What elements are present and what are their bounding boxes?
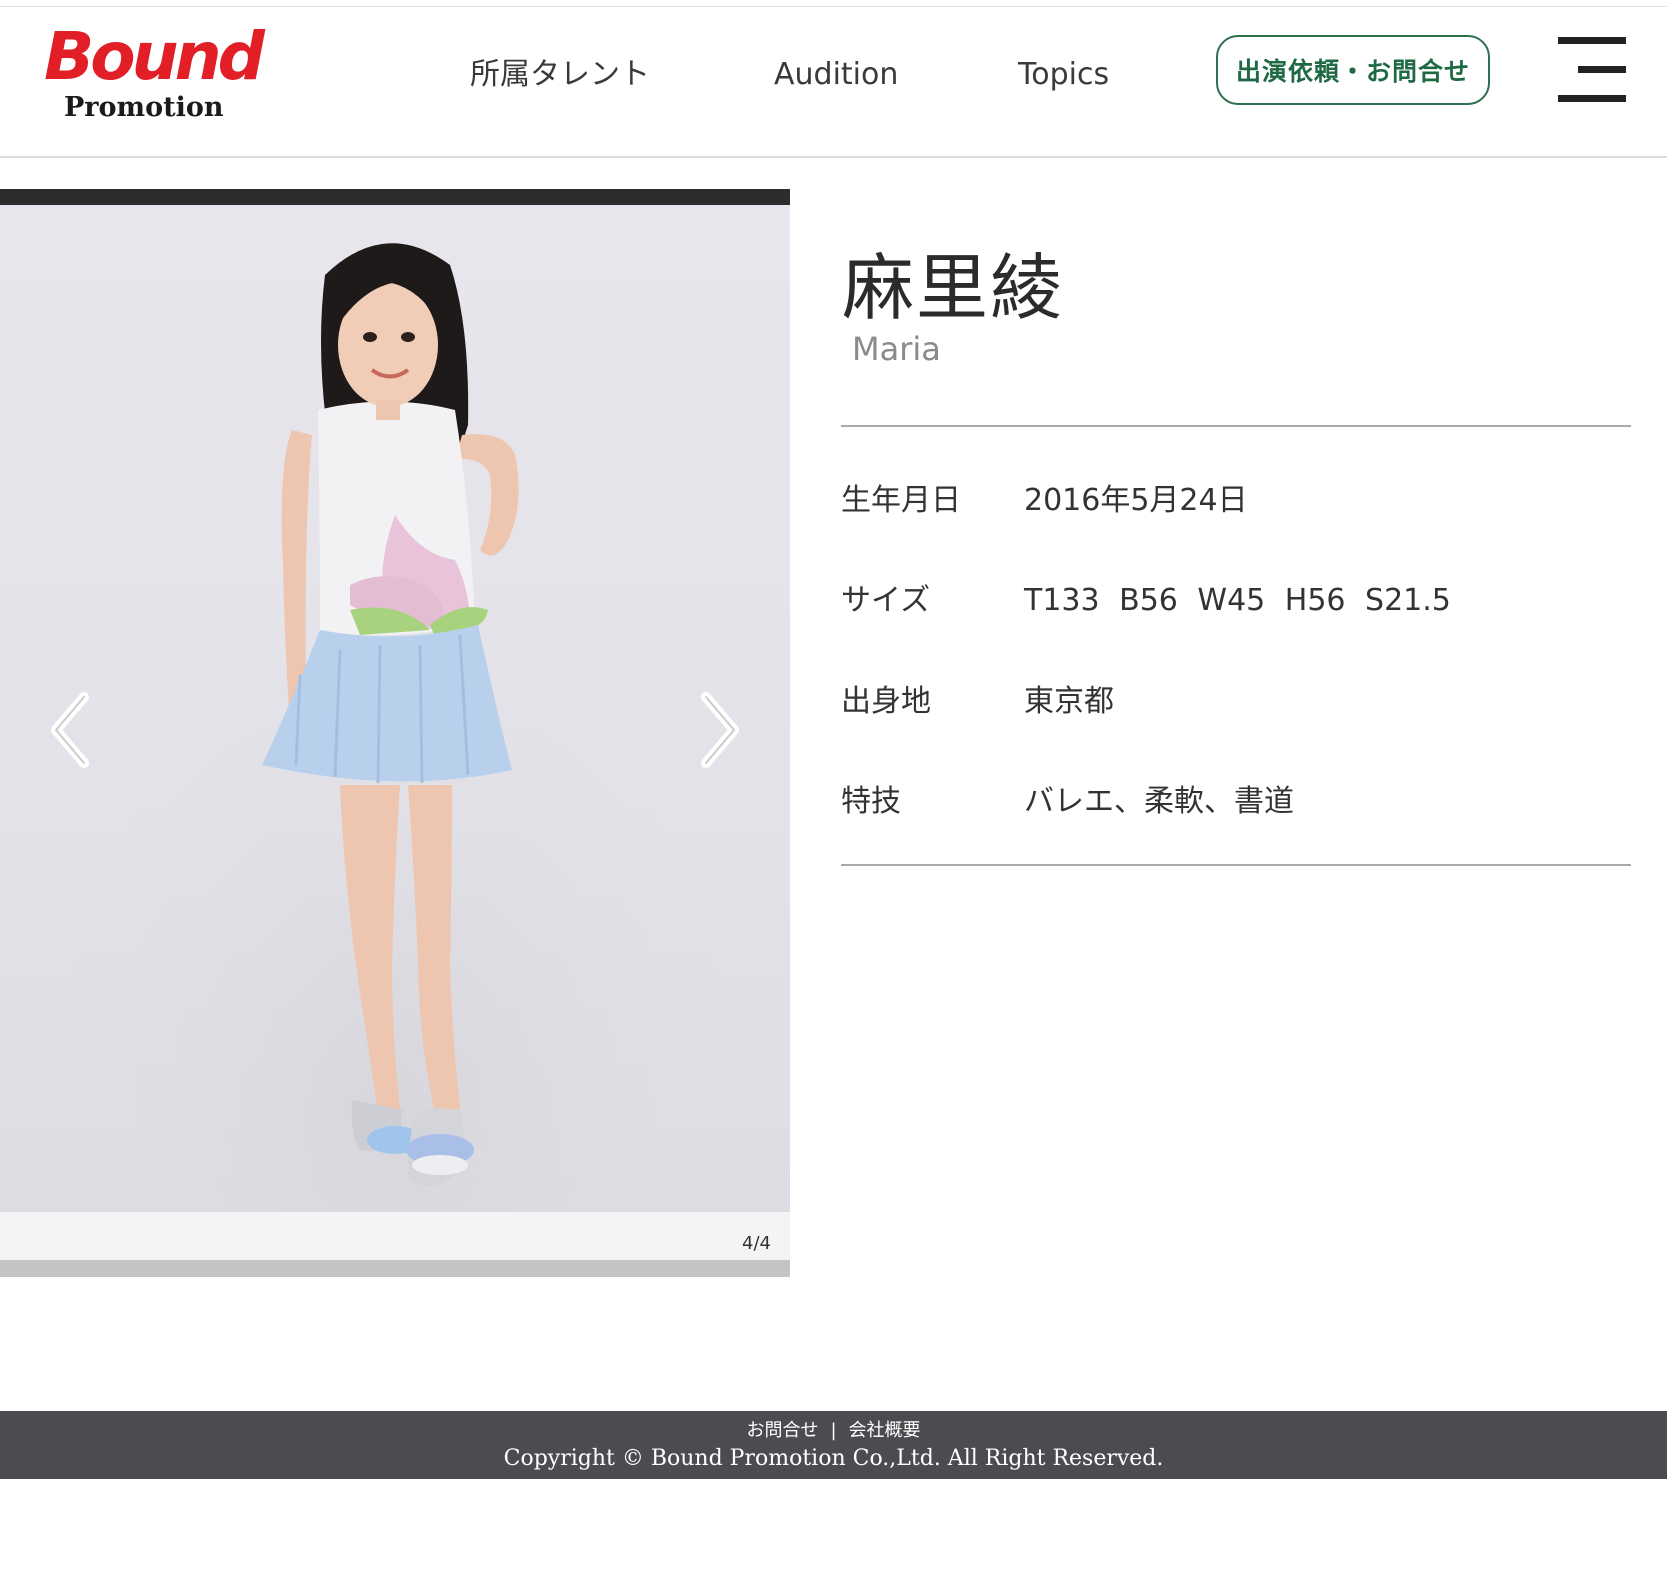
birthday-label: 生年月日 xyxy=(841,483,961,518)
profile-row-hometown: 出身地 東京都 xyxy=(841,682,1631,722)
divider xyxy=(841,425,1631,427)
footer-link-company[interactable]: 会社概要 xyxy=(849,1420,921,1441)
chevron-right-icon[interactable] xyxy=(690,685,750,775)
divider xyxy=(841,864,1631,866)
footer-separator: | xyxy=(830,1420,837,1441)
profile-row-skills: 特技 バレエ、柔軟、書道 xyxy=(841,782,1631,822)
logo-wordmark: Bound xyxy=(44,18,265,95)
gallery-top-bar xyxy=(0,189,790,205)
profile-row-size: サイズ T133 B56 W45 H56 S21.5 xyxy=(841,581,1631,621)
size-value: T133 B56 W45 H56 S21.5 xyxy=(1024,583,1451,618)
site-footer: お問合せ | 会社概要 Copyright © Bound Promotion Co… xyxy=(0,1411,1667,1479)
birthday-value: 2016年5月24日 xyxy=(1024,483,1248,518)
size-label: サイズ xyxy=(841,583,931,618)
logo-subtitle: Promotion xyxy=(64,92,224,123)
hometown-label: 出身地 xyxy=(841,684,931,719)
logo[interactable]: Bound Promotion xyxy=(44,24,265,129)
photo-gallery: 4/4 xyxy=(0,189,790,1277)
footer-links: お問合せ | 会社概要 xyxy=(0,1419,1667,1443)
gallery-caption-bar xyxy=(0,1212,790,1260)
contact-button[interactable]: 出演依頼・お問合せ xyxy=(1216,35,1490,105)
hometown-value: 東京都 xyxy=(1024,684,1114,719)
footer-link-contact[interactable]: お問合せ xyxy=(746,1420,818,1441)
site-header: Bound Promotion 所属タレント Audition Topics 出… xyxy=(0,7,1667,158)
chevron-left-icon[interactable] xyxy=(40,685,100,775)
gallery-bottom-bar xyxy=(0,1260,790,1277)
slide-counter: 4/4 xyxy=(742,1233,771,1254)
skills-label: 特技 xyxy=(841,784,901,819)
nav-audition[interactable]: Audition xyxy=(774,55,898,95)
skills-value: バレエ、柔軟、書道 xyxy=(1024,784,1294,819)
talent-name-romaji: Maria xyxy=(852,330,941,368)
hamburger-menu-icon[interactable] xyxy=(1558,37,1626,103)
profile-row-birthday: 生年月日 2016年5月24日 xyxy=(841,481,1631,521)
nav-talent[interactable]: 所属タレント xyxy=(470,55,650,95)
talent-photo xyxy=(0,205,790,1212)
copyright: Copyright © Bound Promotion Co.,Ltd. All… xyxy=(503,1446,1164,1471)
nav-topics[interactable]: Topics xyxy=(1018,55,1109,95)
talent-name: 麻里綾 xyxy=(842,246,1065,330)
